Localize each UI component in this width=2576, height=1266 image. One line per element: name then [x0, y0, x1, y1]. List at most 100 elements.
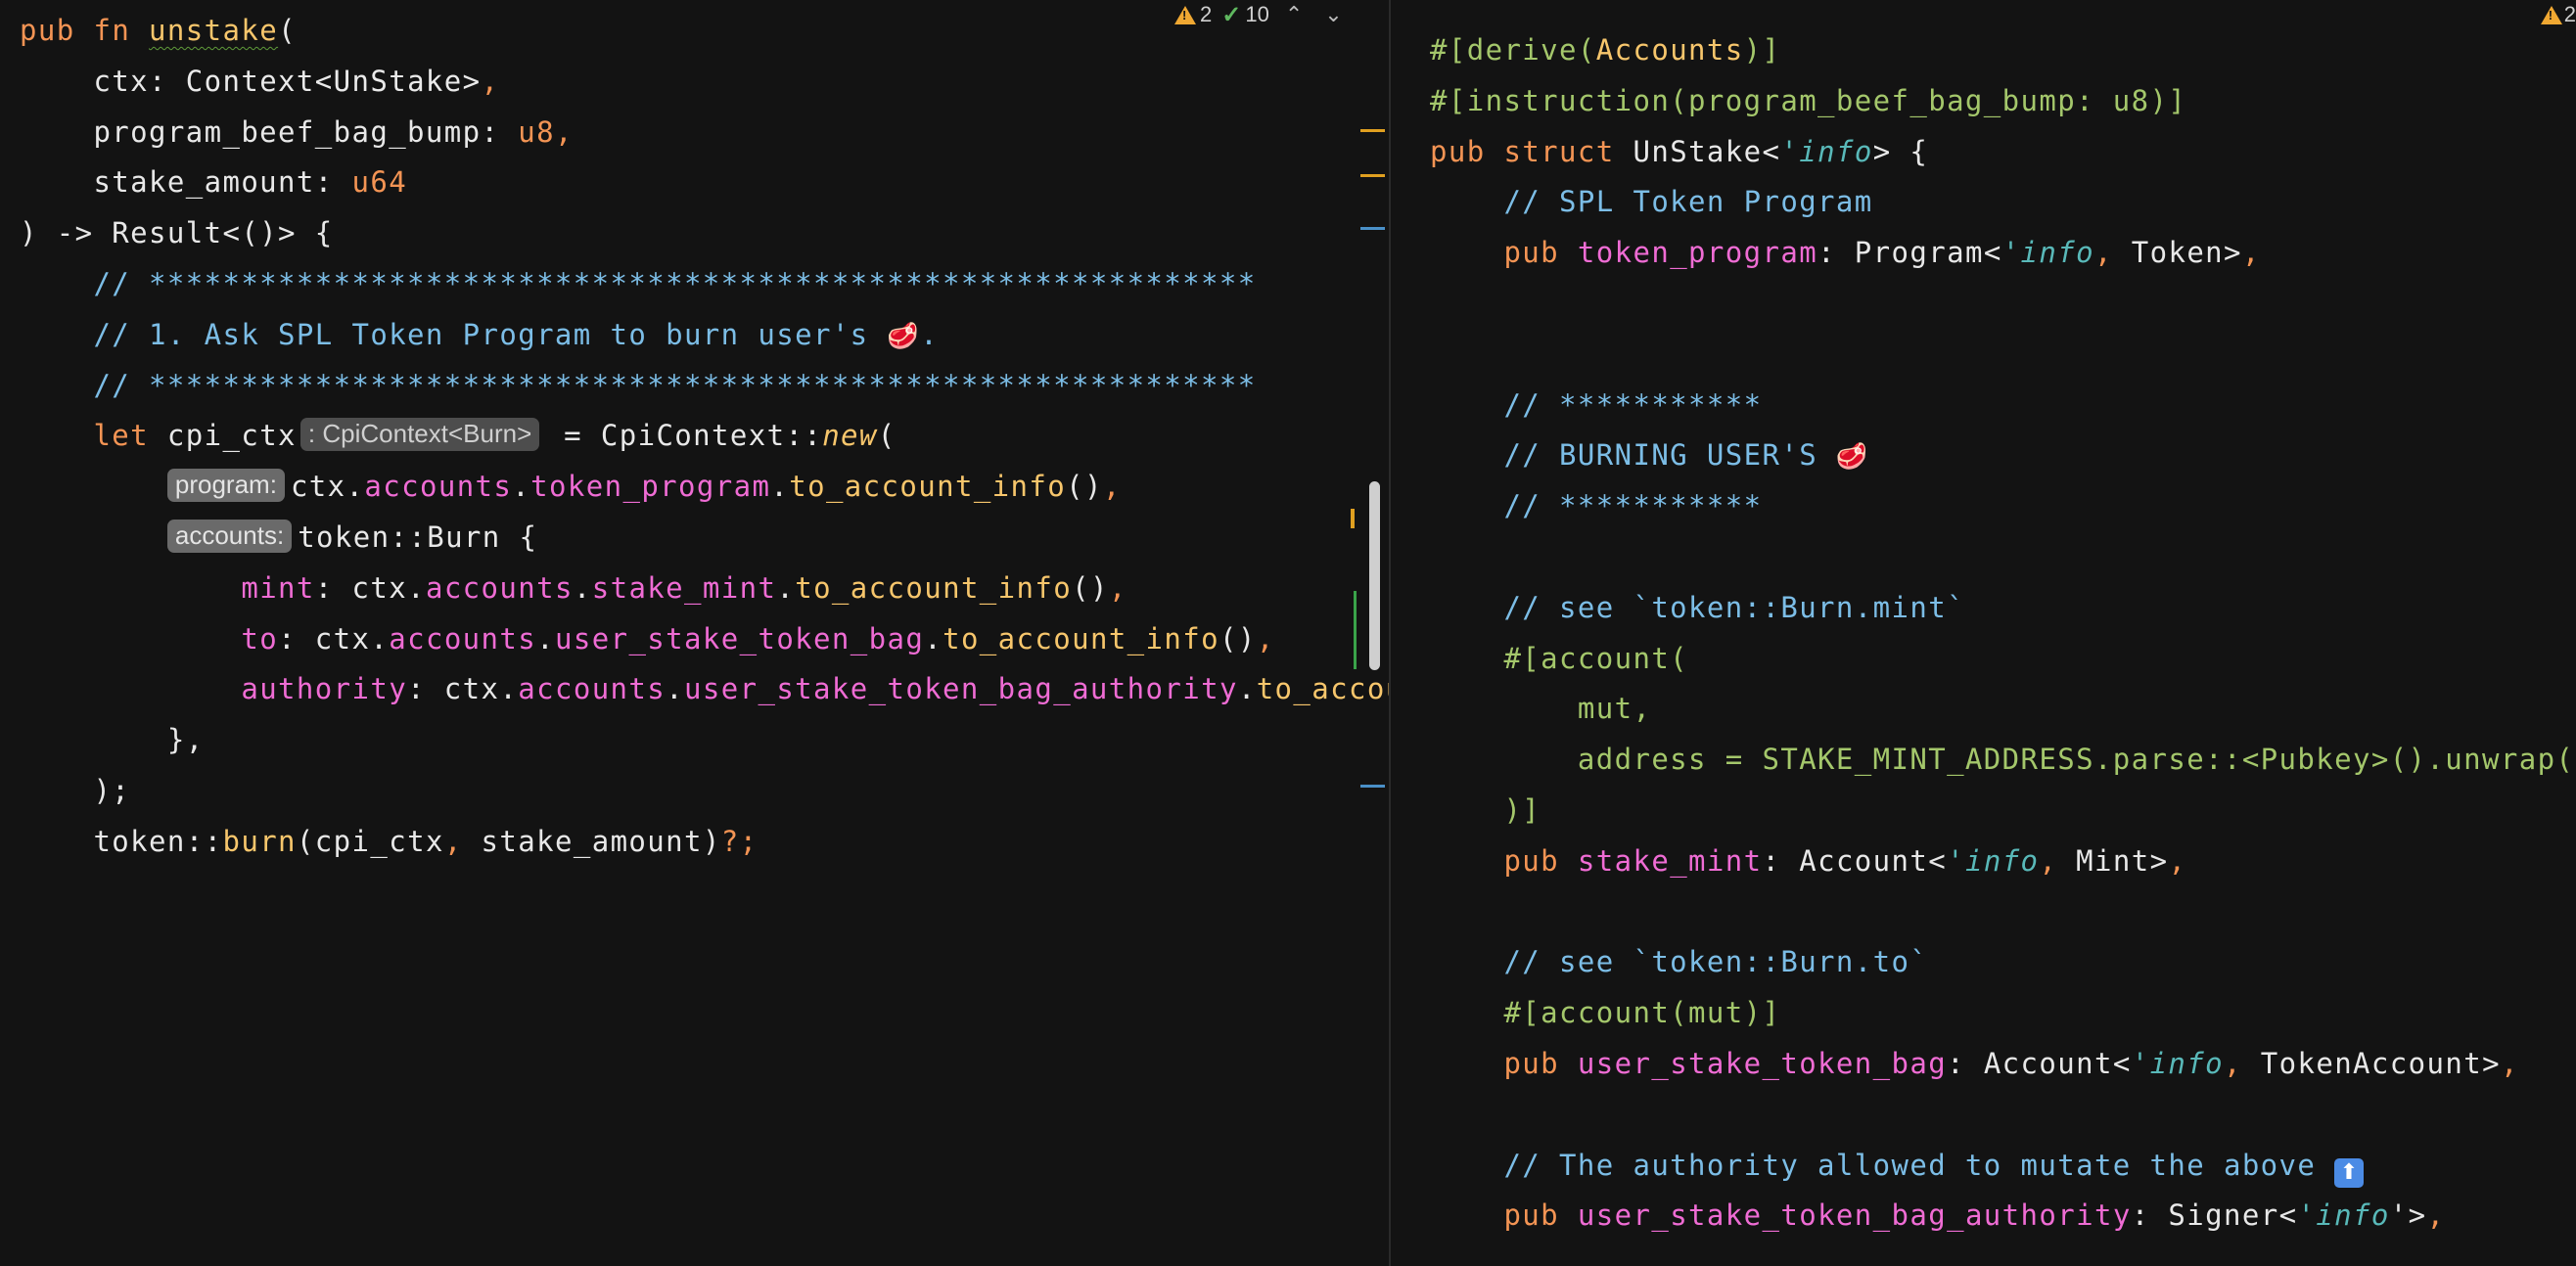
- right-inspection-widget[interactable]: 2: [2540, 0, 2576, 29]
- code-token: new: [822, 419, 878, 453]
- chevron-down-icon[interactable]: ⌄: [1318, 2, 1348, 27]
- code-line[interactable]: program_beef_bag_bump: u8,: [0, 107, 574, 158]
- up-arrow-emoji-icon: ⬆: [2334, 1157, 2365, 1188]
- code-token: : ctx.: [407, 672, 519, 706]
- scrollbar-warning-mark[interactable]: [1360, 129, 1385, 132]
- code-token: = CpiContext::: [545, 419, 823, 453]
- vcs-change-marker: [1354, 591, 1357, 669]
- code-line[interactable]: ctx: Context<UnStake>,: [0, 56, 499, 107]
- code-line[interactable]: #[account(mut)]: [1391, 987, 1780, 1038]
- code-token: #[derive(: [1430, 33, 1596, 67]
- code-token: stake_mint: [591, 570, 777, 605]
- code-line[interactable]: // see `token::Burn.mint`: [1391, 582, 1965, 633]
- code-line[interactable]: let cpi_ctx: CpiContext<Burn> = CpiConte…: [0, 410, 897, 461]
- code-token: pub: [20, 14, 94, 47]
- chevron-up-icon[interactable]: ⌃: [1279, 2, 1309, 27]
- code-token: authority: [241, 672, 408, 706]
- code-token: ,: [2224, 1047, 2261, 1080]
- scrollbar-warning-mark[interactable]: [1360, 174, 1385, 177]
- code-line[interactable]: pub struct UnStake<'info> {: [1391, 126, 1928, 177]
- code-line[interactable]: ) -> Result<()> {: [0, 207, 334, 258]
- code-token: ctx.: [290, 470, 365, 504]
- code-line[interactable]: [1391, 886, 1430, 937]
- scrollbar-info-mark[interactable]: [1360, 227, 1385, 230]
- scrollbar-warning-mark[interactable]: [1351, 509, 1355, 528]
- code-token: : Account<: [1947, 1047, 2132, 1080]
- code-token: (): [1219, 621, 1257, 656]
- code-line[interactable]: );: [0, 765, 130, 816]
- code-token: user_stake_token_bag_authority: [684, 672, 1238, 706]
- warnings-count: 2: [1200, 2, 1213, 26]
- code-line[interactable]: mint: ctx.accounts.stake_mint.to_account…: [0, 563, 1127, 613]
- warnings-indicator[interactable]: 2: [1174, 2, 1212, 27]
- code-line[interactable]: accounts: token::Burn {: [0, 512, 537, 563]
- code-line[interactable]: pub stake_mint: Account<'info, Mint>,: [1391, 836, 2186, 886]
- scrollbar-info-mark[interactable]: [1360, 785, 1385, 788]
- code-line[interactable]: #[account(: [1391, 633, 1688, 684]
- code-line[interactable]: address = STAKE_MINT_ADDRESS.parse::<Pub…: [1391, 734, 2576, 785]
- code-token: accounts: [389, 621, 537, 656]
- code-token: },: [20, 723, 205, 757]
- vertical-scrollbar[interactable]: [1369, 481, 1380, 670]
- code-token: (cpi_ctx: [296, 824, 444, 858]
- code-line[interactable]: [1391, 329, 1430, 380]
- code-token: pub: [1430, 236, 1578, 270]
- code-token: ,: [2241, 236, 2261, 270]
- code-line[interactable]: // SPL Token Program: [1391, 176, 1873, 227]
- code-line[interactable]: // *************************************…: [0, 258, 1257, 309]
- code-token: ,: [2168, 843, 2187, 878]
- code-token: stake_mint: [1577, 843, 1763, 878]
- code-token: token::: [20, 824, 223, 858]
- code-token: ,: [1256, 621, 1275, 656]
- code-token: TokenAccount>: [2260, 1047, 2501, 1080]
- code-line[interactable]: },: [0, 714, 205, 765]
- code-line[interactable]: token::burn(cpi_ctx, stake_amount)?;: [0, 816, 758, 867]
- code-token: fn: [93, 14, 150, 47]
- code-line[interactable]: // 1. Ask SPL Token Program to burn user…: [0, 309, 939, 360]
- code-line[interactable]: pub token_program: Program<'info, Token>…: [1391, 227, 2261, 278]
- code-line[interactable]: authority: ctx.accounts.user_stake_token…: [0, 663, 1389, 714]
- code-line[interactable]: [1391, 278, 1430, 329]
- code-line[interactable]: #[derive(Accounts)]: [1391, 24, 1780, 75]
- inlay-hint: program:: [166, 469, 285, 503]
- code-line[interactable]: // The authority allowed to mutate the a…: [1391, 1140, 2365, 1191]
- left-editor-pane[interactable]: pub fn unstake( ctx: Context<UnStake>, p…: [0, 0, 1389, 1266]
- code-token: // 1. Ask SPL Token Program to burn user…: [20, 317, 888, 351]
- code-token: : ctx.: [314, 570, 426, 605]
- code-line[interactable]: [1391, 531, 1430, 582]
- code-line[interactable]: )]: [1391, 785, 1541, 836]
- code-line[interactable]: // ***********: [1391, 380, 1762, 430]
- code-token: pub: [1430, 1047, 1578, 1080]
- code-token: // ***********: [1430, 489, 1763, 523]
- code-token: // see `token::Burn.mint`: [1430, 590, 1965, 624]
- code-line[interactable]: pub user_stake_token_bag_authority: Sign…: [1391, 1190, 2445, 1241]
- code-token: pub: [1430, 843, 1578, 878]
- code-line[interactable]: [1391, 1089, 1430, 1140]
- code-token: 'info: [1947, 843, 2040, 878]
- code-line[interactable]: // *************************************…: [0, 360, 1257, 411]
- code-token: ,: [2500, 1047, 2519, 1080]
- code-line[interactable]: // see `token::Burn.to`: [1391, 936, 1928, 987]
- code-token: .: [924, 621, 943, 656]
- code-token: .: [666, 672, 685, 706]
- code-token: ,: [443, 824, 482, 858]
- code-line[interactable]: pub user_stake_token_bag: Account<'info,…: [1391, 1038, 2519, 1089]
- code-line[interactable]: #[instruction(program_beef_bag_bump: u8)…: [1391, 75, 2186, 126]
- code-line[interactable]: stake_amount: u64: [0, 157, 407, 207]
- code-line[interactable]: pub fn unstake(: [0, 5, 297, 56]
- inspection-widget[interactable]: 2 ✓ 10 ⌃ ⌄: [1174, 0, 1349, 29]
- code-line[interactable]: mut,: [1391, 683, 1651, 734]
- right-editor-pane[interactable]: #[derive(Accounts)] #[instruction(program…: [1391, 0, 2576, 1266]
- code-line[interactable]: to: ctx.accounts.user_stake_token_bag.to…: [0, 613, 1275, 664]
- warning-icon: [2540, 5, 2562, 24]
- meat-emoji-icon: 🥩: [887, 321, 921, 351]
- code-line[interactable]: program: ctx.accounts.token_program.to_ac…: [0, 461, 1122, 512]
- code-token: UnStake<: [1633, 134, 1781, 168]
- code-token: (): [1066, 470, 1103, 504]
- code-line[interactable]: // BURNING USER'S 🥩: [1391, 430, 1869, 480]
- checks-indicator[interactable]: ✓ 10: [1221, 1, 1269, 29]
- code-line[interactable]: // ***********: [1391, 480, 1762, 531]
- meat-emoji-icon: 🥩: [1835, 442, 1869, 473]
- code-token: accounts: [518, 672, 667, 706]
